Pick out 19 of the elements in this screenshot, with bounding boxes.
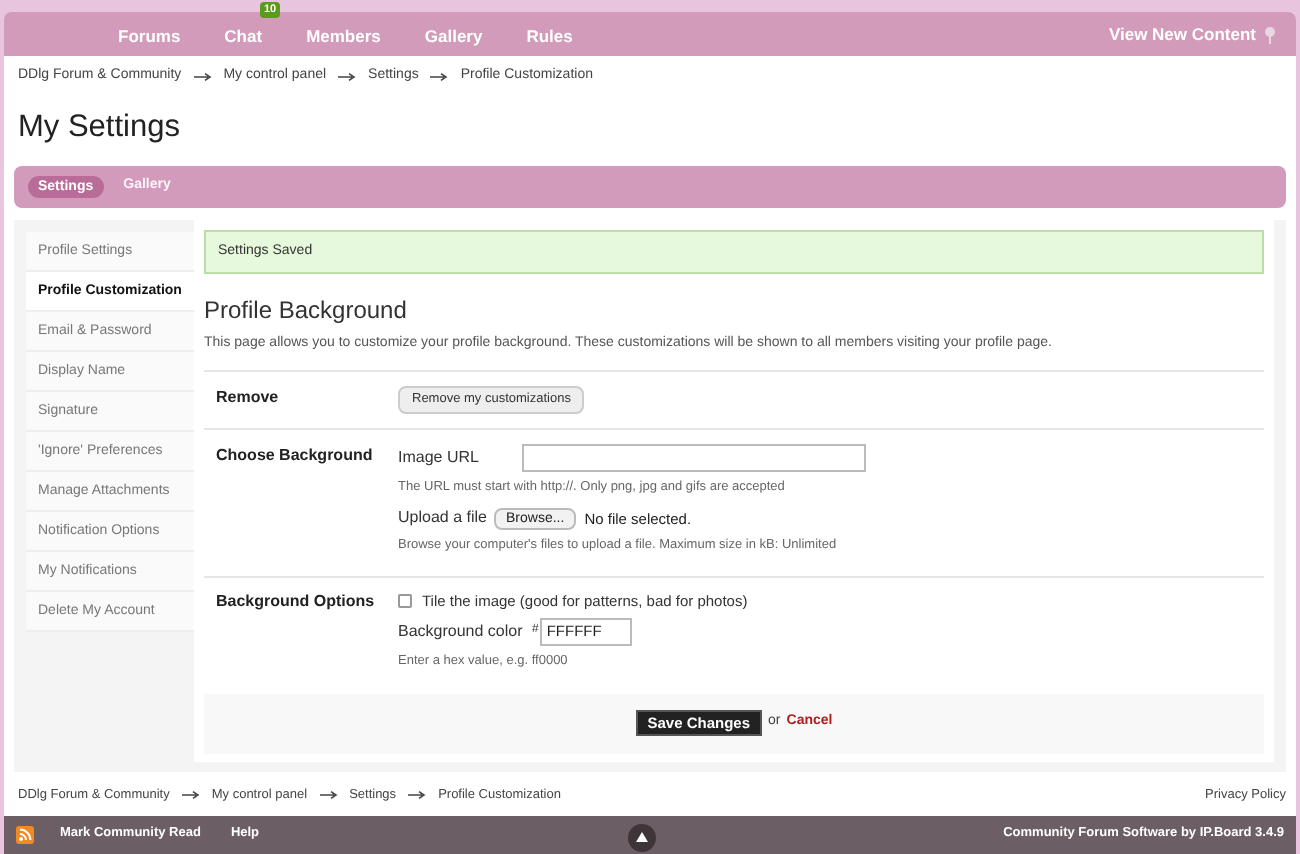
arrow-icon — [193, 71, 212, 81]
arrow-icon — [319, 790, 338, 800]
arrow-icon — [430, 71, 449, 81]
row-label: Background Options — [216, 589, 377, 614]
image-url-field[interactable] — [522, 443, 866, 471]
row-label: Choose Background — [216, 443, 375, 468]
section-title: Profile Background — [204, 294, 409, 328]
scroll-to-top-icon[interactable] — [628, 823, 656, 851]
row-label: Remove — [216, 385, 281, 409]
tile-checkbox[interactable] — [398, 593, 412, 608]
arrow-icon — [408, 790, 427, 800]
pin-icon — [1264, 25, 1276, 43]
rss-icon[interactable] — [16, 825, 34, 844]
arrow-icon — [338, 71, 357, 81]
field-label: Upload a file — [398, 506, 489, 531]
field-label: Image URL — [398, 445, 481, 469]
field-label: Background color — [398, 619, 525, 644]
arrow-icon — [181, 790, 200, 800]
page-title: My Settings — [16, 108, 182, 148]
